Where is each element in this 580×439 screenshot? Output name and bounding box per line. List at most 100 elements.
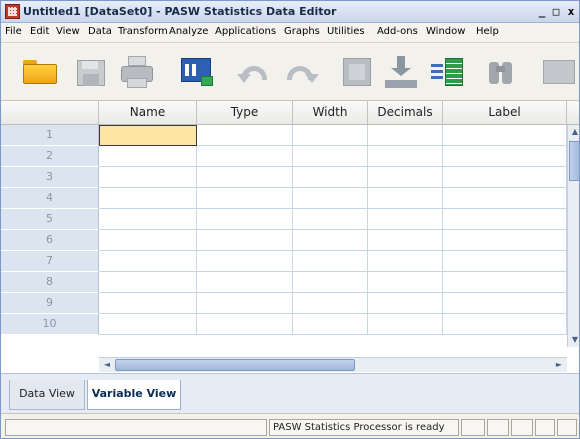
recall-dialog-icon[interactable] — [177, 52, 217, 92]
cell-label[interactable] — [443, 293, 567, 314]
cell-decimals[interactable] — [368, 314, 443, 335]
cell-label[interactable] — [443, 230, 567, 251]
variables-icon[interactable] — [429, 52, 469, 92]
go-to-variable-icon[interactable] — [381, 52, 421, 92]
cell-label[interactable] — [443, 314, 567, 335]
column-header-type[interactable]: Type — [197, 101, 293, 125]
cell-label[interactable] — [443, 188, 567, 209]
cell-type[interactable] — [197, 293, 293, 314]
cell-width[interactable] — [293, 272, 368, 293]
minimize-button[interactable]: _ — [536, 5, 548, 19]
tab-variable-view[interactable]: Variable View — [87, 380, 181, 410]
cell-type[interactable] — [197, 188, 293, 209]
row-number-header[interactable]: 8 — [1, 272, 99, 293]
cell-name[interactable] — [99, 146, 197, 167]
horizontal-scroll-thumb[interactable] — [115, 359, 355, 371]
cell-type[interactable] — [197, 209, 293, 230]
cell-label[interactable] — [443, 251, 567, 272]
cell-width[interactable] — [293, 314, 368, 335]
menu-applications[interactable]: Applications — [215, 26, 276, 37]
save-disk-icon[interactable] — [71, 52, 111, 92]
cell-type[interactable] — [197, 314, 293, 335]
menu-window[interactable]: Window — [426, 26, 465, 37]
cell-name[interactable] — [99, 167, 197, 188]
cell-width[interactable] — [293, 146, 368, 167]
cell-width[interactable] — [293, 230, 368, 251]
vertical-scroll-thumb[interactable] — [569, 141, 579, 181]
cell-width[interactable] — [293, 188, 368, 209]
menu-add-ons[interactable]: Add-ons — [377, 26, 418, 37]
menu-help[interactable]: Help — [476, 26, 499, 37]
menu-utilities[interactable]: Utilities — [327, 26, 365, 37]
cell-decimals[interactable] — [368, 188, 443, 209]
insert-cases-icon[interactable] — [541, 52, 579, 92]
close-button[interactable]: x — [564, 5, 578, 19]
cell-label[interactable] — [443, 209, 567, 230]
cell-decimals[interactable] — [368, 230, 443, 251]
row-number-header[interactable]: 3 — [1, 167, 99, 188]
active-cell[interactable] — [99, 125, 197, 146]
column-header-name[interactable]: Name — [99, 101, 197, 125]
find-binoculars-icon[interactable] — [481, 52, 521, 92]
menu-view[interactable]: View — [56, 26, 80, 37]
vertical-scrollbar[interactable]: ▲ ▼ — [567, 125, 579, 347]
cell-width[interactable] — [293, 167, 368, 188]
menu-analyze[interactable]: Analyze — [169, 26, 208, 37]
open-folder-icon[interactable] — [21, 52, 61, 92]
cell-width[interactable] — [293, 293, 368, 314]
horizontal-scrollbar[interactable]: ◄ ► — [99, 357, 567, 372]
column-header-label[interactable]: Label — [443, 101, 567, 125]
cell-type[interactable] — [197, 272, 293, 293]
row-number-header[interactable]: 6 — [1, 230, 99, 251]
undo-icon[interactable] — [235, 52, 275, 92]
row-number-header[interactable]: 9 — [1, 293, 99, 314]
cell-decimals[interactable] — [368, 209, 443, 230]
cell-decimals[interactable] — [368, 146, 443, 167]
print-icon[interactable] — [117, 52, 157, 92]
column-header-decimals[interactable]: Decimals — [368, 101, 443, 125]
title-bar[interactable]: Untitled1 [DataSet0] - PASW Statistics D… — [1, 1, 579, 23]
row-number-header[interactable]: 1 — [1, 125, 99, 146]
go-to-case-icon[interactable] — [339, 52, 379, 92]
cell-name[interactable] — [99, 188, 197, 209]
cell-type[interactable] — [197, 251, 293, 272]
cell-type[interactable] — [197, 125, 293, 146]
menu-edit[interactable]: Edit — [30, 26, 49, 37]
cell-name[interactable] — [99, 293, 197, 314]
row-number-header[interactable]: 4 — [1, 188, 99, 209]
menu-file[interactable]: File — [5, 26, 22, 37]
cell-width[interactable] — [293, 125, 368, 146]
cell-type[interactable] — [197, 230, 293, 251]
cell-name[interactable] — [99, 251, 197, 272]
cell-name[interactable] — [99, 230, 197, 251]
cell-decimals[interactable] — [368, 251, 443, 272]
cell-decimals[interactable] — [368, 125, 443, 146]
cell-width[interactable] — [293, 251, 368, 272]
cell-type[interactable] — [197, 167, 293, 188]
cell-name[interactable] — [99, 272, 197, 293]
cell-name[interactable] — [99, 314, 197, 335]
cell-label[interactable] — [443, 125, 567, 146]
cell-label[interactable] — [443, 146, 567, 167]
cell-decimals[interactable] — [368, 167, 443, 188]
tab-data-view[interactable]: Data View — [9, 380, 85, 410]
scroll-down-arrow-icon[interactable]: ▼ — [569, 333, 579, 347]
scroll-right-arrow-icon[interactable]: ► — [553, 359, 565, 371]
cell-decimals[interactable] — [368, 293, 443, 314]
row-number-header[interactable]: 7 — [1, 251, 99, 272]
cell-width[interactable] — [293, 209, 368, 230]
redo-icon[interactable] — [281, 52, 321, 92]
row-number-header[interactable]: 2 — [1, 146, 99, 167]
cell-label[interactable] — [443, 167, 567, 188]
menu-graphs[interactable]: Graphs — [284, 26, 320, 37]
scroll-up-arrow-icon[interactable]: ▲ — [569, 125, 579, 139]
cell-name[interactable] — [99, 209, 197, 230]
menu-data[interactable]: Data — [88, 26, 112, 37]
cell-label[interactable] — [443, 272, 567, 293]
scroll-left-arrow-icon[interactable]: ◄ — [101, 359, 113, 371]
column-header-width[interactable]: Width — [293, 101, 368, 125]
row-number-header[interactable]: 10 — [1, 314, 99, 335]
row-number-header[interactable]: 5 — [1, 209, 99, 230]
menu-transform[interactable]: Transform — [118, 26, 168, 37]
cell-decimals[interactable] — [368, 272, 443, 293]
